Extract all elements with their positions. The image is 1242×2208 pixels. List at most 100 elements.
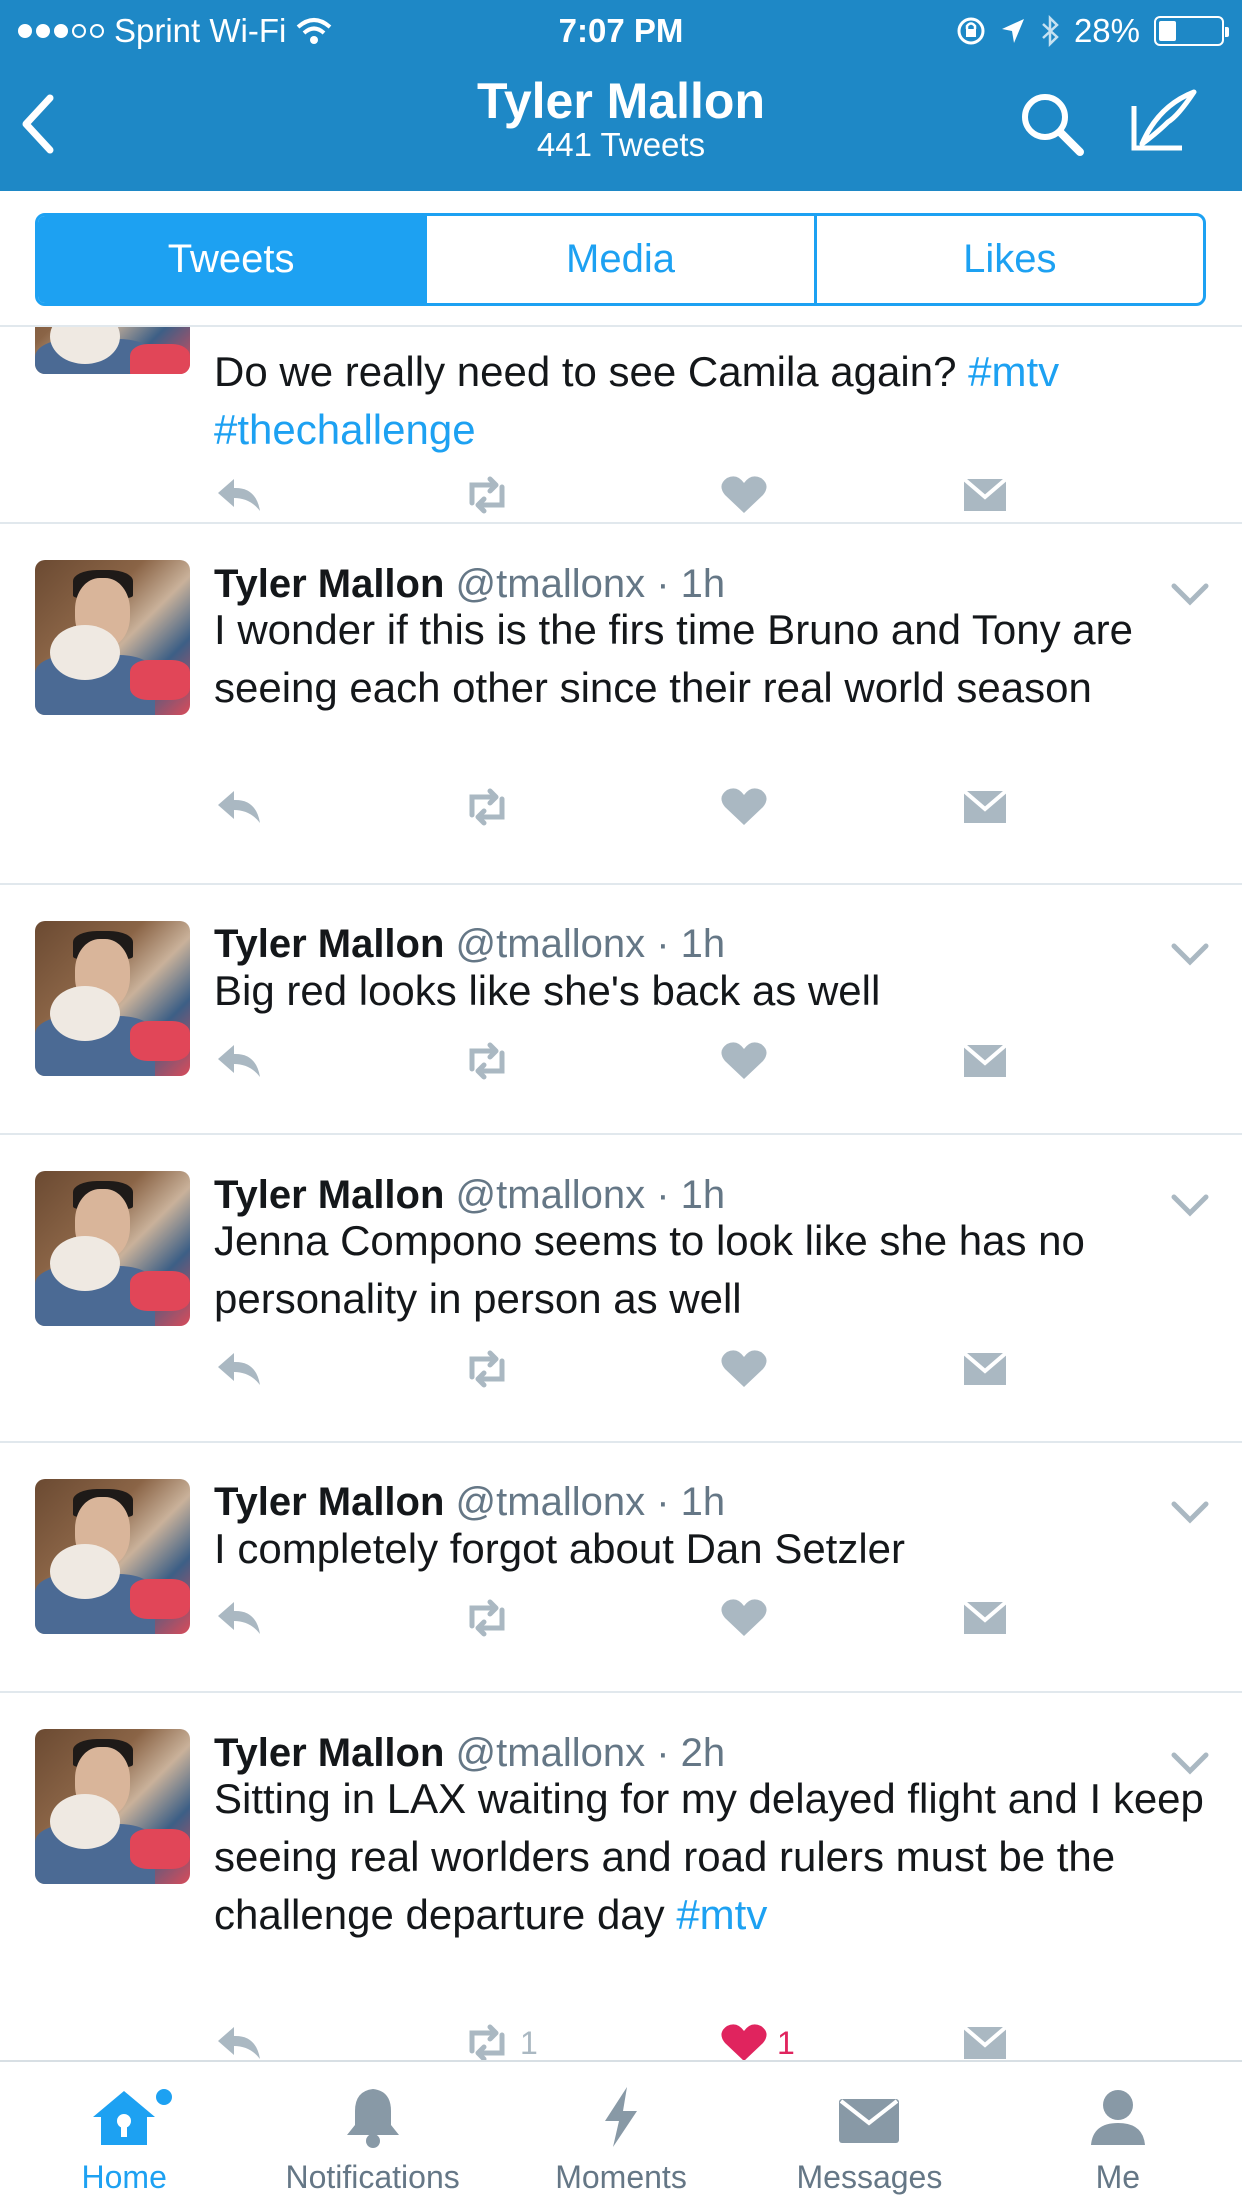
tabbar-label: Messages: [796, 2159, 943, 2195]
search-icon[interactable]: [1018, 90, 1086, 158]
heart-icon: [721, 476, 767, 513]
meta-separator: ·: [645, 562, 681, 606]
tweet-timeline[interactable]: Do we really need to see Camila again? #…: [0, 327, 1242, 2060]
avatar[interactable]: [35, 1479, 190, 1634]
like-button[interactable]: [719, 1344, 777, 1394]
tab-media[interactable]: Media: [427, 216, 817, 303]
author-handle: @tmallonx: [455, 1731, 646, 1775]
tab-tweets[interactable]: Tweets: [38, 216, 428, 303]
direct-message-button[interactable]: [960, 782, 1010, 832]
tabbar-me[interactable]: Me: [994, 2062, 1242, 2208]
battery-percent: 28%: [1073, 12, 1140, 49]
tweet-time: 1h: [680, 922, 726, 966]
direct-message-button[interactable]: [960, 1036, 1010, 1086]
avatar[interactable]: [35, 327, 190, 374]
tweet-text-segment: Jenna Compono seems to look like she has…: [214, 1217, 1085, 1322]
reply-icon: [218, 1602, 260, 1634]
tweet-card[interactable]: Tyler Mallon @tmallonx · 2h Sitting in LA…: [0, 1693, 1242, 2060]
tweet-card[interactable]: Tyler Mallon @tmallonx · 1h Big red looks…: [0, 885, 1242, 1135]
tabbar-label: Notifications: [285, 2159, 460, 2195]
like-button[interactable]: [719, 1593, 777, 1643]
rotation-lock-icon: [957, 17, 985, 45]
avatar[interactable]: [35, 560, 190, 715]
retweet-count: 1: [520, 2024, 538, 2061]
tweet-text-segment: Big red looks like she's back as well: [214, 967, 881, 1014]
retweet-button[interactable]: [462, 1344, 520, 1394]
avatar[interactable]: [35, 1729, 190, 1884]
like-button[interactable]: [719, 470, 777, 520]
tweet-actions: [214, 782, 1014, 832]
tweet-actions: [214, 470, 1014, 520]
lightning-icon: [605, 2087, 638, 2147]
tweet-time: 1h: [680, 562, 726, 606]
author-name[interactable]: Tyler Mallon: [214, 922, 444, 966]
tweet-card[interactable]: Tyler Mallon @tmallonx · 1h Jenna Compono…: [0, 1135, 1242, 1443]
retweet-icon: [469, 1350, 505, 1388]
retweet-button[interactable]: [462, 1593, 520, 1643]
retweet-button[interactable]: [462, 470, 520, 520]
tweet-text: Sitting in LAX waiting for my delayed fl…: [214, 1770, 1204, 1944]
envelope-icon: [962, 1043, 1008, 1077]
retweet-icon: [469, 1599, 505, 1637]
tweet-text-segment: Do we really need to see Camila again?: [214, 348, 969, 395]
tweet-card[interactable]: Tyler Mallon @tmallonx · 1h I wonder if t…: [0, 524, 1242, 885]
tabbar-label: Moments: [555, 2159, 687, 2195]
tabbar-moments[interactable]: Moments: [497, 2062, 745, 2208]
like-button[interactable]: [719, 1036, 777, 1086]
reply-icon: [218, 1353, 260, 1385]
hashtag-link[interactable]: #mtv: [968, 348, 1059, 395]
author-name[interactable]: Tyler Mallon: [214, 1173, 444, 1217]
reply-icon: [218, 2027, 260, 2059]
hashtag-link[interactable]: #thechallenge: [214, 406, 476, 453]
like-button[interactable]: 1: [719, 2018, 795, 2060]
avatar[interactable]: [35, 921, 190, 1076]
tabbar-home[interactable]: Home: [0, 2062, 248, 2208]
reply-button[interactable]: [214, 470, 264, 520]
reply-button[interactable]: [214, 1036, 264, 1086]
reply-icon: [218, 1045, 260, 1077]
author-handle: @tmallonx: [455, 1173, 646, 1217]
envelope-icon: [839, 2099, 900, 2143]
tweet-actions: 11: [214, 2018, 1014, 2060]
reply-button[interactable]: [214, 1344, 264, 1394]
direct-message-button[interactable]: [960, 470, 1010, 520]
compose-icon[interactable]: [1128, 86, 1200, 158]
retweet-button[interactable]: [462, 1036, 520, 1086]
reply-button[interactable]: [214, 2018, 264, 2060]
like-button[interactable]: [719, 782, 777, 832]
reply-icon: [218, 791, 260, 823]
heart-icon: [721, 1042, 767, 1079]
author-name[interactable]: Tyler Mallon: [214, 562, 444, 606]
reply-button[interactable]: [214, 782, 264, 832]
meta-separator: ·: [645, 1480, 681, 1524]
avatar[interactable]: [35, 1171, 190, 1326]
tabbar-notifications[interactable]: Notifications: [248, 2062, 496, 2208]
new-content-badge: [153, 2086, 175, 2108]
author-handle: @tmallonx: [455, 1480, 646, 1524]
tweet-actions: [214, 1593, 1014, 1643]
tabbar-messages[interactable]: Messages: [745, 2062, 993, 2208]
like-count: 1: [777, 2024, 795, 2061]
profile-tabs-bar: Tweets Media Likes: [0, 191, 1242, 327]
direct-message-button[interactable]: [960, 2018, 1010, 2060]
direct-message-button[interactable]: [960, 1344, 1010, 1394]
envelope-icon: [962, 1600, 1008, 1634]
meta-separator: ·: [645, 1731, 681, 1775]
tab-likes[interactable]: Likes: [817, 216, 1203, 303]
heart-icon: [721, 788, 767, 825]
reply-button[interactable]: [214, 1593, 264, 1643]
author-name[interactable]: Tyler Mallon: [214, 1480, 444, 1524]
tweet-text-segment: I wonder if this is the firs time Bruno …: [214, 606, 1133, 711]
segmented-control: Tweets Media Likes: [35, 213, 1206, 306]
tweet-card[interactable]: Tyler Mallon @tmallonx · 1h I completely …: [0, 1443, 1242, 1693]
retweet-button[interactable]: 1: [462, 2018, 538, 2060]
tweet-text: Do we really need to see Camila again? #…: [214, 343, 1204, 459]
tweet-text: Jenna Compono seems to look like she has…: [214, 1212, 1204, 1328]
retweet-button[interactable]: [462, 782, 520, 832]
tweet-header: Tyler Mallon @tmallonx · 1h: [214, 1480, 725, 1525]
hashtag-link[interactable]: #mtv: [676, 1891, 767, 1938]
direct-message-button[interactable]: [960, 1593, 1010, 1643]
author-name[interactable]: Tyler Mallon: [214, 1731, 444, 1775]
tweet-time: 1h: [680, 1173, 726, 1217]
tweet-card[interactable]: Do we really need to see Camila again? #…: [0, 327, 1242, 524]
